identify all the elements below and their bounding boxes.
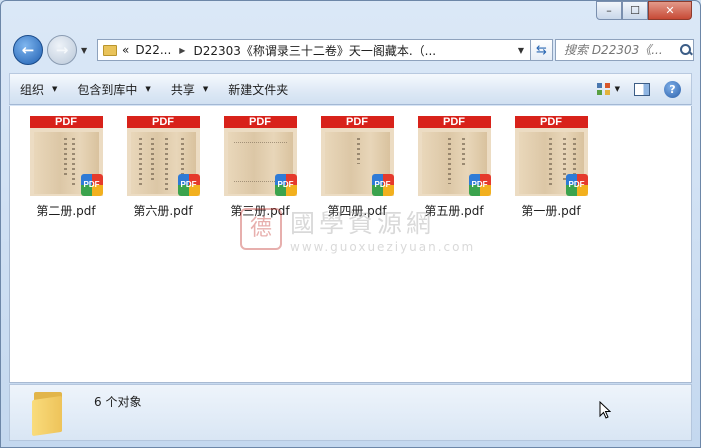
- new-folder-label: 新建文件夹: [228, 82, 289, 97]
- file-name[interactable]: 第六册.pdf: [118, 202, 208, 219]
- chevron-down-icon: ▼: [145, 85, 151, 93]
- search-box[interactable]: [555, 39, 694, 61]
- breadcrumb-current[interactable]: D22303《称谓录三十二卷》天一阁藏本.（...: [193, 42, 436, 59]
- pdf-thumbnail: PDF PDF: [223, 116, 297, 196]
- view-controls: ▼ ?: [596, 80, 691, 98]
- refresh-icon: ⇆: [536, 42, 547, 58]
- address-bar[interactable]: « D22... ▶ D22303《称谓录三十二卷》天一阁藏本.（... ▼: [97, 39, 531, 61]
- watermark-title: 國學資源網: [290, 209, 436, 238]
- mouse-cursor-icon: [599, 401, 611, 419]
- pdf-band: PDF: [29, 116, 103, 128]
- watermark-seal: 德: [240, 208, 282, 250]
- pdf-band: PDF: [223, 116, 297, 128]
- address-overflow[interactable]: «: [122, 43, 129, 57]
- pdf-app-icon: PDF: [468, 174, 491, 196]
- file-name[interactable]: 第一册.pdf: [506, 202, 596, 219]
- pdf-band: PDF: [417, 116, 491, 128]
- recent-pages-dropdown[interactable]: ▼: [81, 46, 87, 55]
- help-icon[interactable]: ?: [664, 80, 681, 98]
- view-options-dropdown-icon[interactable]: ▼: [615, 85, 620, 93]
- refresh-button[interactable]: ⇆: [531, 39, 553, 61]
- pdf-thumbnail: PDF PDF: [417, 116, 491, 196]
- address-dropdown-icon[interactable]: ▼: [518, 46, 524, 55]
- change-view-icon[interactable]: [596, 83, 611, 95]
- explorer-window: – ☐ ✕ ← → ▼ « D22... ▶ D22303《称谓录三十二卷》天一…: [0, 0, 701, 448]
- search-icon[interactable]: [680, 44, 691, 56]
- pdf-app-icon: PDF: [371, 174, 394, 196]
- chevron-down-icon: ▼: [202, 85, 209, 93]
- folder-icon: [103, 44, 117, 56]
- forward-arrow-icon: →: [55, 41, 69, 59]
- folder-icon: [32, 390, 68, 437]
- item-count: 6 个对象: [94, 395, 142, 409]
- pdf-app-icon: PDF: [565, 174, 588, 196]
- pdf-band: PDF: [514, 116, 588, 128]
- share-label: 共享: [170, 82, 195, 97]
- pdf-app-icon: PDF: [80, 174, 103, 196]
- navigation-bar: ← → ▼ « D22... ▶ D22303《称谓录三十二卷》天一阁藏本.（.…: [9, 35, 694, 67]
- command-bar: 组织 ▼ 包含到库中 ▼ 共享 ▼ 新建文件夹 ▼ ?: [9, 73, 692, 105]
- file-name[interactable]: 第二册.pdf: [21, 202, 111, 219]
- watermark-text: 國學資源網 www.guoxueziyuan.com: [290, 204, 475, 254]
- forward-button[interactable]: →: [47, 35, 77, 65]
- pdf-thumbnail: PDF PDF: [29, 116, 103, 196]
- file-list[interactable]: PDF PDF 第二册.pdf PDF PDF 第六册.pdf PDF PDF …: [9, 106, 692, 383]
- pdf-app-icon: PDF: [274, 174, 297, 196]
- share-button[interactable]: 共享 ▼: [161, 77, 218, 101]
- pdf-band: PDF: [126, 116, 200, 128]
- file-item[interactable]: PDF PDF 第一册.pdf: [506, 116, 596, 219]
- pdf-thumbnail: PDF PDF: [514, 116, 588, 196]
- search-input[interactable]: [564, 43, 680, 57]
- new-folder-button[interactable]: 新建文件夹: [218, 77, 298, 101]
- organize-label: 组织: [20, 82, 45, 97]
- include-in-library-button[interactable]: 包含到库中 ▼: [67, 77, 160, 101]
- close-button[interactable]: ✕: [648, 1, 692, 20]
- chevron-down-icon: ▼: [52, 85, 58, 93]
- pdf-thumbnail: PDF PDF: [126, 116, 200, 196]
- breadcrumb-parent[interactable]: D22...: [135, 43, 171, 57]
- file-item[interactable]: PDF PDF 第二册.pdf: [21, 116, 111, 219]
- details-pane: 6 个对象: [9, 384, 692, 441]
- file-item[interactable]: PDF PDF 第六册.pdf: [118, 116, 208, 219]
- preview-pane-icon[interactable]: [634, 82, 650, 96]
- include-in-library-label: 包含到库中: [77, 82, 138, 97]
- back-button[interactable]: ←: [13, 35, 43, 65]
- minimize-button[interactable]: –: [596, 1, 622, 20]
- pdf-app-icon: PDF: [177, 174, 200, 196]
- caption-buttons: – ☐ ✕: [596, 1, 692, 20]
- watermark-url: www.guoxueziyuan.com: [290, 240, 476, 254]
- pdf-band: PDF: [320, 116, 394, 128]
- back-arrow-icon: ←: [21, 41, 35, 59]
- site-watermark: 德 國學資源網 www.guoxueziyuan.com: [240, 204, 475, 254]
- pdf-thumbnail: PDF PDF: [320, 116, 394, 196]
- organize-button[interactable]: 组织 ▼: [10, 77, 67, 101]
- maximize-button[interactable]: ☐: [622, 1, 648, 20]
- breadcrumb-chevron-icon[interactable]: ▶: [179, 46, 185, 55]
